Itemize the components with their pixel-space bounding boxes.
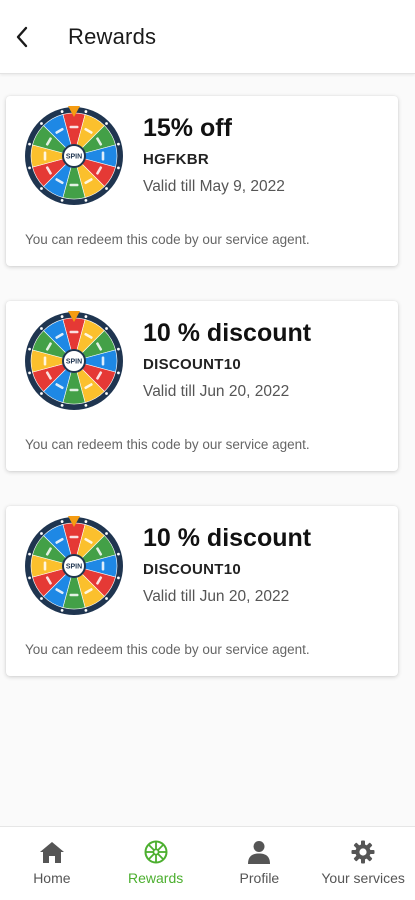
spin-wheel-icon: SPIN [25, 516, 123, 615]
reward-note: You can redeem this code by our service … [25, 437, 310, 452]
reward-title: 15% off [143, 114, 232, 142]
nav-item-rewards[interactable]: Rewards [104, 827, 208, 900]
reward-validity: Valid till May 9, 2022 [143, 178, 285, 195]
nav-label-services: Your services [321, 870, 405, 886]
reward-note: You can redeem this code by our service … [25, 642, 310, 657]
app-bar: Rewards [0, 0, 415, 74]
reward-note: You can redeem this code by our service … [25, 232, 310, 247]
reward-title: 10 % discount [143, 319, 312, 347]
nav-label-rewards: Rewards [128, 870, 184, 886]
reward-title: 10 % discount [143, 524, 312, 552]
nav-item-profile[interactable]: Profile [208, 827, 312, 900]
nav-item-services[interactable]: Your services [311, 827, 415, 900]
page-title: Rewards [68, 23, 157, 49]
spin-wheel-icon: SPIN [25, 311, 123, 410]
nav-label-home: Home [33, 870, 71, 886]
gear-icon [350, 839, 376, 865]
reward-code: DISCOUNT10 [143, 356, 242, 373]
reward-card[interactable]: SPIN 10 % discount DISCOUNT10 Valid till… [6, 506, 398, 676]
reward-validity: Valid till Jun 20, 2022 [143, 588, 290, 605]
spin-wheel-icon: SPIN [25, 106, 123, 205]
wheel-icon [143, 839, 169, 865]
reward-code: HGFKBR [143, 151, 209, 168]
home-icon [39, 839, 65, 865]
reward-card[interactable]: SPIN 10 % discount DISCOUNT10 Valid till… [6, 301, 398, 471]
reward-validity: Valid till Jun 20, 2022 [143, 383, 290, 400]
nav-item-home[interactable]: Home [0, 827, 104, 900]
svg-text:SPIN: SPIN [66, 154, 82, 161]
nav-label-profile: Profile [239, 870, 280, 886]
bottom-nav: Home Rewards Profile Your services [0, 826, 415, 900]
reward-card[interactable]: SPIN 15% off HGFKBR Valid till May 9, 20… [6, 96, 398, 266]
back-arrow-icon [16, 26, 28, 47]
person-icon [246, 839, 272, 865]
back-button[interactable] [4, 17, 40, 57]
svg-text:SPIN: SPIN [66, 359, 82, 366]
reward-code: DISCOUNT10 [143, 561, 242, 578]
svg-text:SPIN: SPIN [66, 564, 82, 571]
